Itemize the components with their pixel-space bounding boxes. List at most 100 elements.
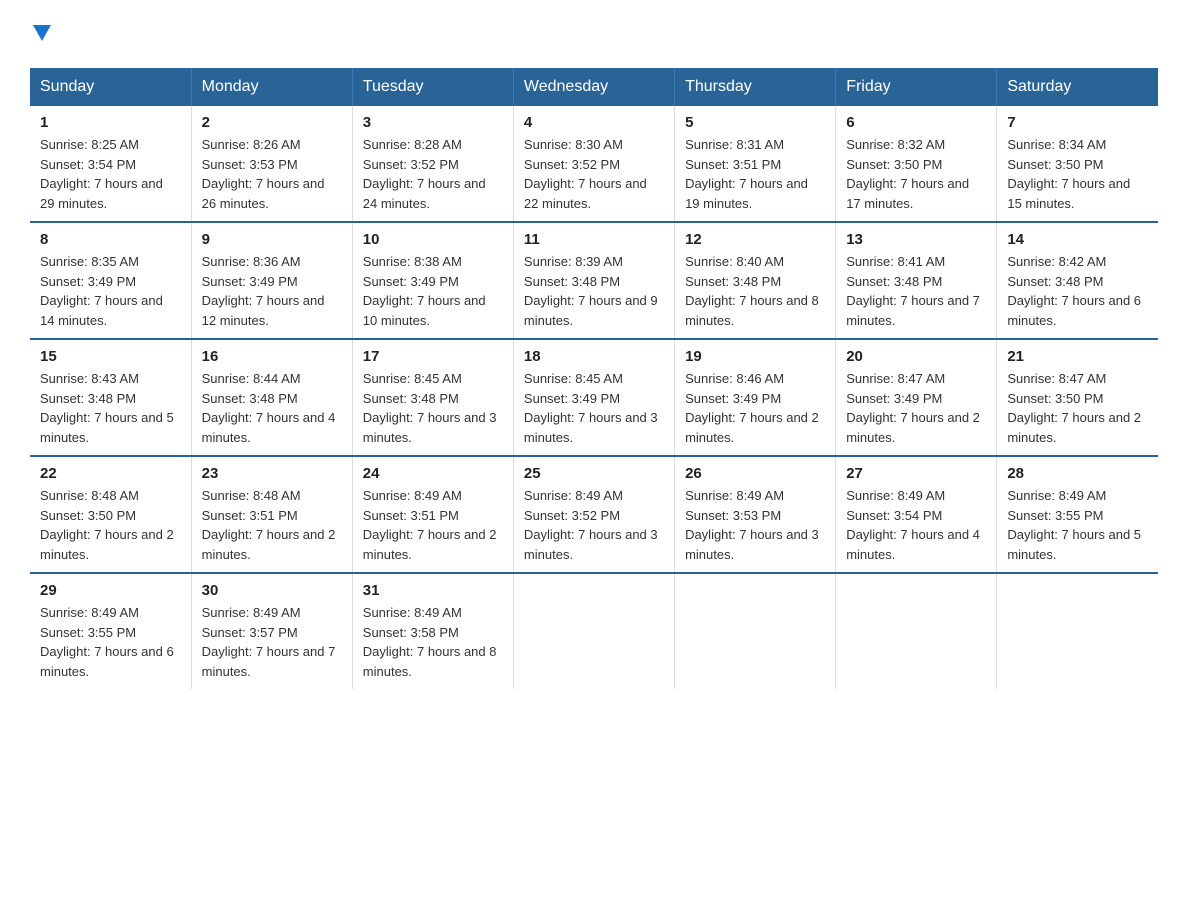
day-number: 27 xyxy=(846,465,986,482)
day-number: 29 xyxy=(40,582,181,599)
calendar-day-cell: 21 Sunrise: 8:47 AM Sunset: 3:50 PM Dayl… xyxy=(997,339,1158,456)
calendar-day-cell: 19 Sunrise: 8:46 AM Sunset: 3:49 PM Dayl… xyxy=(675,339,836,456)
day-info: Sunrise: 8:38 AM Sunset: 3:49 PM Dayligh… xyxy=(363,252,503,330)
calendar-day-cell: 8 Sunrise: 8:35 AM Sunset: 3:49 PM Dayli… xyxy=(30,222,191,339)
calendar-day-cell: 18 Sunrise: 8:45 AM Sunset: 3:49 PM Dayl… xyxy=(513,339,674,456)
day-number: 12 xyxy=(685,231,825,248)
calendar-day-cell: 15 Sunrise: 8:43 AM Sunset: 3:48 PM Dayl… xyxy=(30,339,191,456)
day-number: 13 xyxy=(846,231,986,248)
calendar-day-cell: 7 Sunrise: 8:34 AM Sunset: 3:50 PM Dayli… xyxy=(997,106,1158,222)
calendar-day-cell: 26 Sunrise: 8:49 AM Sunset: 3:53 PM Dayl… xyxy=(675,456,836,573)
calendar-day-cell: 28 Sunrise: 8:49 AM Sunset: 3:55 PM Dayl… xyxy=(997,456,1158,573)
day-number: 19 xyxy=(685,348,825,365)
day-number: 21 xyxy=(1007,348,1148,365)
day-info: Sunrise: 8:49 AM Sunset: 3:52 PM Dayligh… xyxy=(524,486,664,564)
day-info: Sunrise: 8:28 AM Sunset: 3:52 PM Dayligh… xyxy=(363,135,503,213)
day-info: Sunrise: 8:26 AM Sunset: 3:53 PM Dayligh… xyxy=(202,135,342,213)
day-number: 31 xyxy=(363,582,503,599)
day-info: Sunrise: 8:49 AM Sunset: 3:53 PM Dayligh… xyxy=(685,486,825,564)
day-number: 4 xyxy=(524,114,664,131)
calendar-day-cell: 23 Sunrise: 8:48 AM Sunset: 3:51 PM Dayl… xyxy=(191,456,352,573)
day-number: 30 xyxy=(202,582,342,599)
day-number: 6 xyxy=(846,114,986,131)
day-info: Sunrise: 8:49 AM Sunset: 3:55 PM Dayligh… xyxy=(40,603,181,681)
day-number: 25 xyxy=(524,465,664,482)
day-number: 23 xyxy=(202,465,342,482)
calendar-day-cell: 3 Sunrise: 8:28 AM Sunset: 3:52 PM Dayli… xyxy=(352,106,513,222)
calendar-day-cell: 10 Sunrise: 8:38 AM Sunset: 3:49 PM Dayl… xyxy=(352,222,513,339)
calendar-day-cell: 31 Sunrise: 8:49 AM Sunset: 3:58 PM Dayl… xyxy=(352,573,513,689)
day-info: Sunrise: 8:47 AM Sunset: 3:50 PM Dayligh… xyxy=(1007,369,1148,447)
day-info: Sunrise: 8:36 AM Sunset: 3:49 PM Dayligh… xyxy=(202,252,342,330)
logo-row1 xyxy=(30,20,51,48)
day-info: Sunrise: 8:45 AM Sunset: 3:49 PM Dayligh… xyxy=(524,369,664,447)
day-info: Sunrise: 8:49 AM Sunset: 3:55 PM Dayligh… xyxy=(1007,486,1148,564)
day-number: 26 xyxy=(685,465,825,482)
calendar-header-row: SundayMondayTuesdayWednesdayThursdayFrid… xyxy=(30,68,1158,106)
day-number: 2 xyxy=(202,114,342,131)
day-info: Sunrise: 8:25 AM Sunset: 3:54 PM Dayligh… xyxy=(40,135,181,213)
day-info: Sunrise: 8:49 AM Sunset: 3:51 PM Dayligh… xyxy=(363,486,503,564)
calendar-day-cell xyxy=(675,573,836,689)
logo xyxy=(30,20,51,48)
calendar-day-cell: 22 Sunrise: 8:48 AM Sunset: 3:50 PM Dayl… xyxy=(30,456,191,573)
calendar-day-cell: 27 Sunrise: 8:49 AM Sunset: 3:54 PM Dayl… xyxy=(836,456,997,573)
day-of-week-header: Thursday xyxy=(675,68,836,106)
calendar-day-cell: 25 Sunrise: 8:49 AM Sunset: 3:52 PM Dayl… xyxy=(513,456,674,573)
day-number: 20 xyxy=(846,348,986,365)
calendar-week-row: 15 Sunrise: 8:43 AM Sunset: 3:48 PM Dayl… xyxy=(30,339,1158,456)
calendar-day-cell: 20 Sunrise: 8:47 AM Sunset: 3:49 PM Dayl… xyxy=(836,339,997,456)
calendar-day-cell: 16 Sunrise: 8:44 AM Sunset: 3:48 PM Dayl… xyxy=(191,339,352,456)
day-number: 10 xyxy=(363,231,503,248)
day-info: Sunrise: 8:40 AM Sunset: 3:48 PM Dayligh… xyxy=(685,252,825,330)
day-info: Sunrise: 8:39 AM Sunset: 3:48 PM Dayligh… xyxy=(524,252,664,330)
day-number: 14 xyxy=(1007,231,1148,248)
day-of-week-header: Saturday xyxy=(997,68,1158,106)
calendar-day-cell: 5 Sunrise: 8:31 AM Sunset: 3:51 PM Dayli… xyxy=(675,106,836,222)
calendar-day-cell xyxy=(997,573,1158,689)
day-info: Sunrise: 8:44 AM Sunset: 3:48 PM Dayligh… xyxy=(202,369,342,447)
day-number: 17 xyxy=(363,348,503,365)
day-number: 16 xyxy=(202,348,342,365)
calendar-week-row: 22 Sunrise: 8:48 AM Sunset: 3:50 PM Dayl… xyxy=(30,456,1158,573)
day-number: 11 xyxy=(524,231,664,248)
calendar-day-cell: 17 Sunrise: 8:45 AM Sunset: 3:48 PM Dayl… xyxy=(352,339,513,456)
day-number: 1 xyxy=(40,114,181,131)
day-number: 9 xyxy=(202,231,342,248)
calendar-day-cell: 14 Sunrise: 8:42 AM Sunset: 3:48 PM Dayl… xyxy=(997,222,1158,339)
day-number: 22 xyxy=(40,465,181,482)
day-info: Sunrise: 8:31 AM Sunset: 3:51 PM Dayligh… xyxy=(685,135,825,213)
day-info: Sunrise: 8:48 AM Sunset: 3:51 PM Dayligh… xyxy=(202,486,342,564)
calendar-day-cell xyxy=(836,573,997,689)
day-info: Sunrise: 8:43 AM Sunset: 3:48 PM Dayligh… xyxy=(40,369,181,447)
day-number: 7 xyxy=(1007,114,1148,131)
calendar-day-cell: 6 Sunrise: 8:32 AM Sunset: 3:50 PM Dayli… xyxy=(836,106,997,222)
calendar-day-cell: 29 Sunrise: 8:49 AM Sunset: 3:55 PM Dayl… xyxy=(30,573,191,689)
day-of-week-header: Sunday xyxy=(30,68,191,106)
day-of-week-header: Friday xyxy=(836,68,997,106)
page-header xyxy=(30,20,1158,48)
calendar-table: SundayMondayTuesdayWednesdayThursdayFrid… xyxy=(30,68,1158,689)
day-number: 24 xyxy=(363,465,503,482)
calendar-day-cell: 30 Sunrise: 8:49 AM Sunset: 3:57 PM Dayl… xyxy=(191,573,352,689)
day-of-week-header: Wednesday xyxy=(513,68,674,106)
day-info: Sunrise: 8:41 AM Sunset: 3:48 PM Dayligh… xyxy=(846,252,986,330)
day-info: Sunrise: 8:47 AM Sunset: 3:49 PM Dayligh… xyxy=(846,369,986,447)
day-info: Sunrise: 8:42 AM Sunset: 3:48 PM Dayligh… xyxy=(1007,252,1148,330)
calendar-day-cell xyxy=(513,573,674,689)
day-of-week-header: Tuesday xyxy=(352,68,513,106)
day-number: 5 xyxy=(685,114,825,131)
calendar-week-row: 8 Sunrise: 8:35 AM Sunset: 3:49 PM Dayli… xyxy=(30,222,1158,339)
calendar-day-cell: 4 Sunrise: 8:30 AM Sunset: 3:52 PM Dayli… xyxy=(513,106,674,222)
calendar-day-cell: 1 Sunrise: 8:25 AM Sunset: 3:54 PM Dayli… xyxy=(30,106,191,222)
calendar-day-cell: 2 Sunrise: 8:26 AM Sunset: 3:53 PM Dayli… xyxy=(191,106,352,222)
day-number: 18 xyxy=(524,348,664,365)
calendar-week-row: 29 Sunrise: 8:49 AM Sunset: 3:55 PM Dayl… xyxy=(30,573,1158,689)
day-info: Sunrise: 8:49 AM Sunset: 3:57 PM Dayligh… xyxy=(202,603,342,681)
day-info: Sunrise: 8:32 AM Sunset: 3:50 PM Dayligh… xyxy=(846,135,986,213)
day-number: 28 xyxy=(1007,465,1148,482)
day-number: 8 xyxy=(40,231,181,248)
day-info: Sunrise: 8:34 AM Sunset: 3:50 PM Dayligh… xyxy=(1007,135,1148,213)
day-info: Sunrise: 8:35 AM Sunset: 3:49 PM Dayligh… xyxy=(40,252,181,330)
day-info: Sunrise: 8:46 AM Sunset: 3:49 PM Dayligh… xyxy=(685,369,825,447)
